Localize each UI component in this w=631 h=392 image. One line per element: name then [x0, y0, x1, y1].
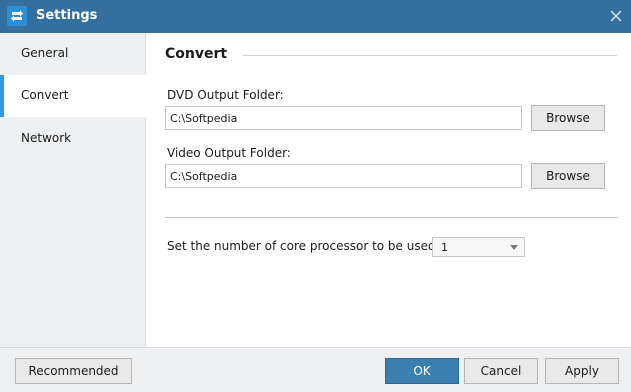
section-divider — [165, 217, 618, 218]
ok-button[interactable]: OK — [385, 358, 459, 384]
sidebar-item-convert[interactable]: Convert — [0, 75, 147, 117]
convert-panel: Convert DVD Output Folder: Browse Video … — [147, 33, 631, 347]
core-processor-select[interactable]: 1 — [432, 237, 525, 257]
video-browse-button[interactable]: Browse — [531, 163, 605, 189]
sidebar-item-label: Network — [21, 131, 72, 145]
cancel-button[interactable]: Cancel — [464, 358, 538, 384]
core-processor-label: Set the number of core processor to be u… — [167, 239, 440, 253]
dvd-output-field[interactable] — [165, 106, 522, 130]
section-divider — [242, 55, 617, 56]
dvd-browse-button[interactable]: Browse — [531, 105, 605, 131]
section-title: Convert — [165, 46, 228, 62]
apply-button[interactable]: Apply — [545, 358, 619, 384]
close-icon[interactable] — [607, 7, 625, 25]
app-logo-icon — [7, 6, 27, 26]
chevron-down-icon — [510, 245, 518, 250]
core-processor-value: 1 — [441, 241, 448, 254]
sidebar-item-label: Convert — [21, 88, 69, 102]
window-title: Settings — [36, 8, 98, 23]
active-indicator — [0, 75, 4, 117]
sidebar-item-general[interactable]: General — [0, 33, 146, 75]
sidebar-item-network[interactable]: Network — [0, 118, 146, 160]
dvd-output-label: DVD Output Folder: — [167, 88, 284, 102]
sidebar: General Convert Network — [0, 33, 147, 347]
video-output-field[interactable] — [165, 164, 522, 188]
sidebar-item-label: General — [21, 46, 69, 60]
recommended-button[interactable]: Recommended — [15, 358, 132, 384]
title-bar: Settings — [0, 0, 631, 33]
footer: Recommended OK Cancel Apply — [0, 347, 631, 392]
video-output-label: Video Output Folder: — [167, 146, 291, 160]
